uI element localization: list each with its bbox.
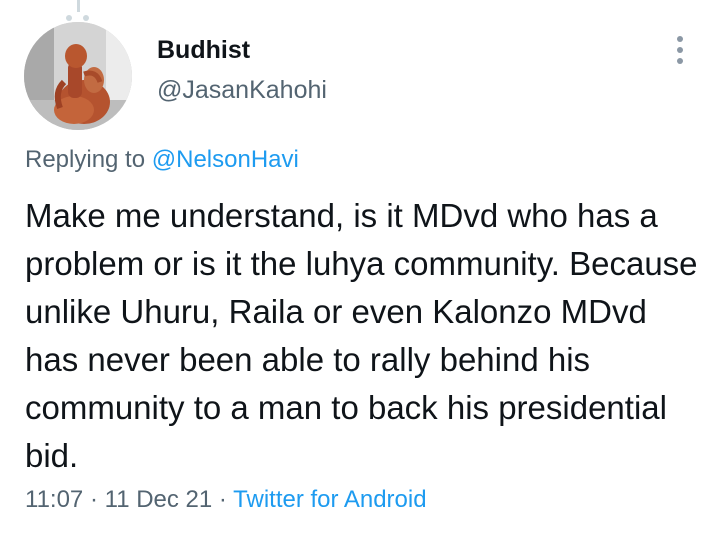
tweet-source-link[interactable]: Twitter for Android: [233, 486, 426, 513]
author-handle[interactable]: @JasanKahohi: [157, 76, 327, 105]
reply-handle-link[interactable]: @NelsonHavi: [152, 146, 299, 173]
more-vertical-icon-dot-top: [677, 36, 683, 42]
tweet-date[interactable]: 11 Dec 21: [105, 486, 213, 513]
avatar[interactable]: [24, 22, 132, 130]
tweet-metadata: 11:07 · 11 Dec 21 · Twitter for Android: [25, 486, 427, 514]
meta-separator: ·: [218, 486, 227, 513]
more-vertical-icon-dot-bottom: [677, 58, 683, 64]
tweet-time[interactable]: 11:07: [25, 486, 83, 513]
tweet-body-text: Make me understand, is it MDvd who has a…: [25, 197, 698, 474]
reply-context: Replying to @NelsonHavi: [25, 146, 299, 174]
more-options-button[interactable]: [666, 30, 694, 70]
author-display-name[interactable]: Budhist: [157, 36, 250, 65]
thread-connector-line: [77, 0, 80, 12]
thread-dots-icon: [66, 15, 89, 21]
meta-separator: ·: [89, 486, 98, 513]
avatar-photo-icon: [24, 22, 132, 130]
more-vertical-icon-dot-middle: [677, 47, 683, 53]
reply-prefix: Replying to: [25, 146, 146, 173]
